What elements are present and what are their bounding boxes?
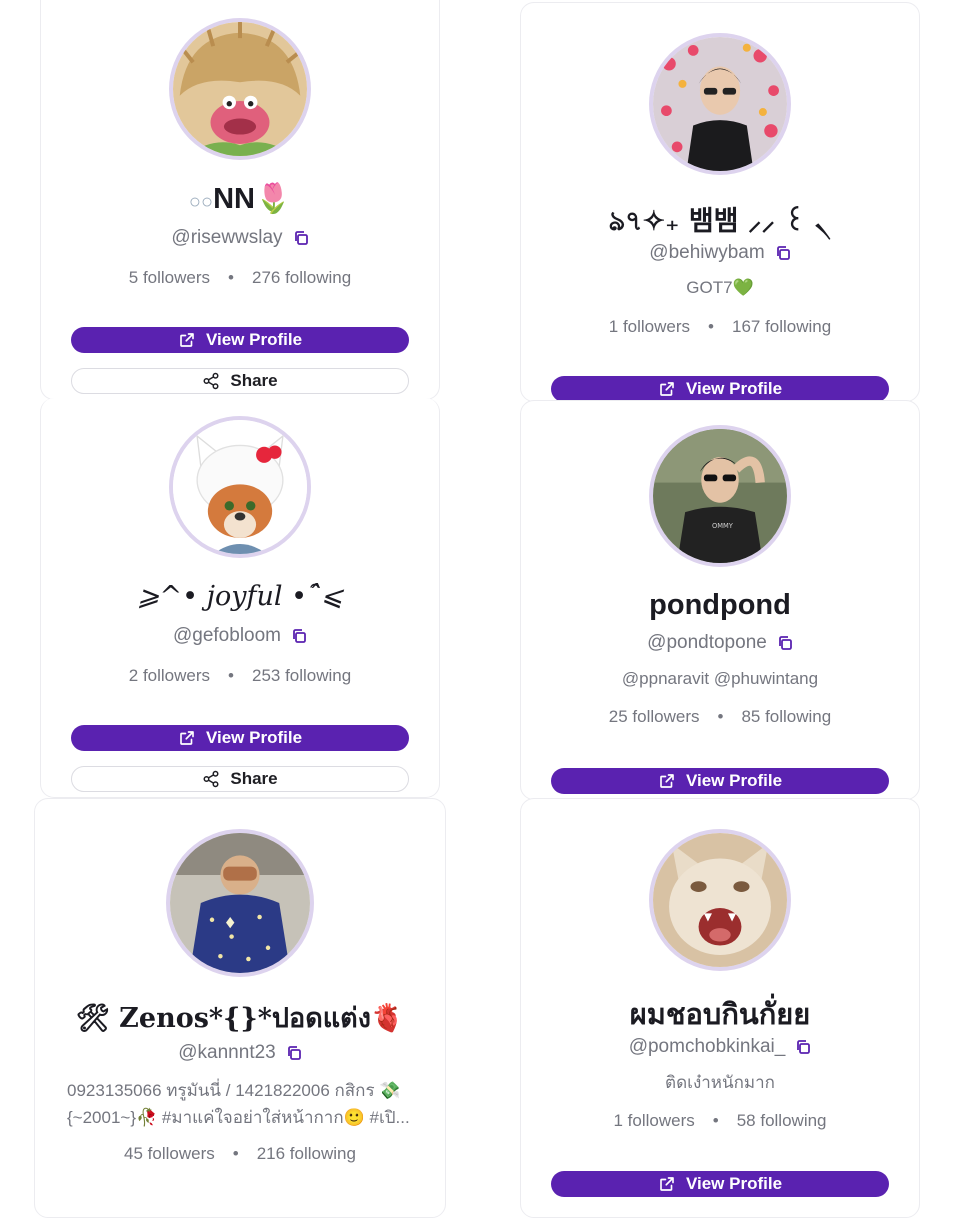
profile-stats: 25 followers • 85 following xyxy=(608,707,832,726)
followers-count: 1 followers xyxy=(608,317,691,336)
bio-line: 0923135066 ทรูมันนี่ / 1421822006 กสิกร … xyxy=(67,1081,401,1100)
profile-name: ○○NN🌷 xyxy=(188,183,292,215)
profile-card: 🛠 Zenos*{}*ปอดแต่ง🫀 @kannnt23 0923135066… xyxy=(34,798,446,1218)
man-sunglasses-avatar[interactable]: OMMY xyxy=(649,425,791,567)
copy-icon[interactable] xyxy=(795,1039,811,1055)
profile-name: ⩾^• 𝑗𝑜𝑦𝑓𝑢𝑙 •ˆ̑⩽ xyxy=(136,581,344,612)
external-link-icon xyxy=(178,331,196,349)
followers-count: 2 followers xyxy=(128,666,211,685)
screaming-cat-avatar[interactable] xyxy=(649,829,791,971)
external-link-icon xyxy=(658,1175,676,1193)
following-count: 58 following xyxy=(736,1111,827,1130)
share-button[interactable]: Share xyxy=(71,368,409,394)
followers-count: 5 followers xyxy=(128,268,211,287)
profile-card: ○○NN🌷 @risewwslay 5 followers • 276 follow… xyxy=(40,0,440,400)
profile-handle: @risewwslay xyxy=(41,227,439,249)
external-link-icon xyxy=(658,380,676,398)
profile-stats: 1 followers • 58 following xyxy=(613,1111,827,1130)
copy-icon[interactable] xyxy=(293,230,309,246)
followers-count: 1 followers xyxy=(613,1111,695,1130)
profile-bio: ติดเง๋าหนักมาก xyxy=(665,1073,775,1092)
profile-bio: 0923135066 ทรูมันนี่ / 1421822006 กสิกร … xyxy=(67,1077,417,1131)
person-starry-blanket-avatar[interactable] xyxy=(166,829,314,977)
external-link-icon xyxy=(178,729,196,747)
share-button[interactable]: Share xyxy=(71,766,409,792)
followers-count: 25 followers xyxy=(608,707,700,726)
profile-handle: @kannnt23 xyxy=(35,1042,445,1064)
profile-name: 🛠 Zenos*{}*ปอดแต่ง🫀 xyxy=(75,1003,405,1034)
profile-card: ผมชอบกินกั่ยย @pomchobkinkai_ ติดเง๋าหนั… xyxy=(520,798,920,1218)
profile-bio: GOT7💚 xyxy=(686,278,754,297)
profile-stats: 5 followers • 276 following xyxy=(128,268,352,287)
share-icon xyxy=(202,372,220,390)
profile-card: ঌ৭✧₊ 뱀뱀 ⸝⸝ ꒰ ৲ @behiwybam GOT7💚 1 follow… xyxy=(520,2,920,402)
profile-bio: @ppnaravit @phuwintang xyxy=(621,669,819,688)
profile-card: OMMY pondpond @pondtopone @ppnaravit @ph… xyxy=(520,400,920,800)
fuzzy-puppet-avatar[interactable] xyxy=(169,18,311,160)
profile-handle: @pondtopone xyxy=(521,632,919,654)
view-profile-button[interactable]: View Profile xyxy=(71,327,409,353)
share-icon xyxy=(202,770,220,788)
profile-name: pondpond xyxy=(649,589,791,621)
profile-name: ผมชอบกินกั่ยย xyxy=(629,999,811,1031)
following-count: 216 following xyxy=(256,1144,356,1163)
copy-icon[interactable] xyxy=(777,635,793,651)
external-link-icon xyxy=(658,772,676,790)
view-profile-button[interactable]: View Profile xyxy=(551,376,889,401)
following-count: 167 following xyxy=(731,317,832,336)
profile-stats: 1 followers • 167 following xyxy=(608,317,832,336)
copy-icon[interactable] xyxy=(291,628,307,644)
view-profile-button[interactable]: View Profile xyxy=(551,768,889,794)
bio-line: {~2001~}🥀 #มาแค่ใจอย่าใส่หน้ากาก🙂 #เปิ..… xyxy=(67,1108,410,1127)
followers-count: 45 followers xyxy=(124,1144,215,1163)
view-profile-button[interactable]: View Profile xyxy=(71,725,409,751)
man-hearts-avatar[interactable] xyxy=(649,33,791,175)
profile-name: ঌ৭✧₊ 뱀뱀 ⸝⸝ ꒰ ৲ xyxy=(608,206,832,237)
svg-text:OMMY: OMMY xyxy=(712,522,734,530)
following-count: 276 following xyxy=(251,268,352,287)
profile-stats: 45 followers • 216 following xyxy=(124,1144,356,1163)
fox-kitty-hat-avatar[interactable] xyxy=(169,416,311,558)
copy-icon[interactable] xyxy=(775,245,791,261)
profile-stats: 2 followers • 253 following xyxy=(128,666,352,685)
copy-icon[interactable] xyxy=(286,1045,302,1061)
following-count: 85 following xyxy=(741,707,832,726)
view-profile-button[interactable]: View Profile xyxy=(551,1171,889,1197)
following-count: 253 following xyxy=(251,666,352,685)
profile-handle: @behiwybam xyxy=(521,242,919,264)
profile-handle: @gefobloom xyxy=(41,625,439,647)
profile-card: ⩾^• 𝑗𝑜𝑦𝑓𝑢𝑙 •ˆ̑⩽ @gefobloom 2 followers • 2… xyxy=(40,398,440,798)
profile-handle: @pomchobkinkai_ xyxy=(521,1036,919,1058)
